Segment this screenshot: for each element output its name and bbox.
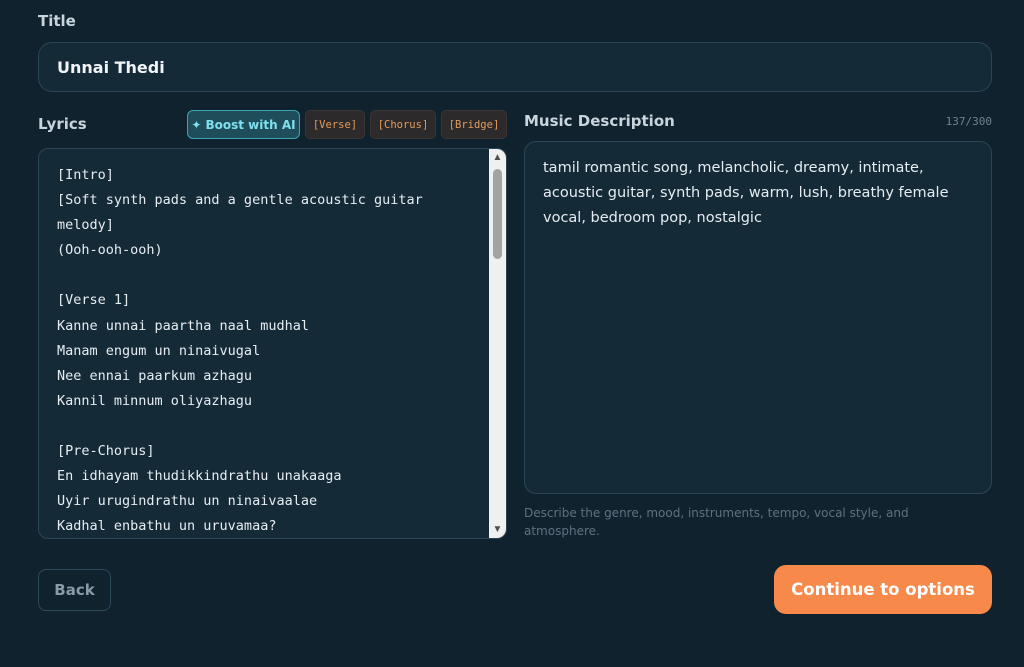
boost-label: Boost with AI [205,117,296,132]
back-button[interactable]: Back [38,569,111,611]
music-description-textarea[interactable]: tamil romantic song, melancholic, dreamy… [524,141,992,494]
scroll-down-arrow-icon[interactable]: ▼ [489,521,506,538]
scroll-thumb[interactable] [493,169,502,259]
chorus-tag-button[interactable]: [Chorus] [370,110,436,139]
lyrics-label: Lyrics [38,115,87,133]
title-input[interactable]: Unnai Thedi [38,42,992,92]
verse-tag-button[interactable]: [Verse] [305,110,365,139]
continue-to-options-button[interactable]: Continue to options [774,565,992,614]
character-count: 137/300 [945,115,992,128]
bridge-tag-button[interactable]: [Bridge] [441,110,507,139]
scroll-up-arrow-icon[interactable]: ▲ [489,149,506,166]
music-description-helper: Describe the genre, mood, instruments, t… [524,506,909,538]
song-details-form: Title Unnai Thedi Lyrics ✦ Boost with AI… [0,0,1024,667]
sparkle-icon: ✦ [191,117,202,132]
lyrics-scrollbar[interactable]: ▲ ▼ [489,149,506,538]
title-label: Title [38,12,76,30]
lyrics-text[interactable]: [Intro] [Soft synth pads and a gentle ac… [57,163,487,538]
boost-with-ai-button[interactable]: ✦ Boost with AI [187,110,300,139]
lyrics-textarea[interactable]: [Intro] [Soft synth pads and a gentle ac… [38,148,507,539]
music-description-label: Music Description [524,112,675,130]
